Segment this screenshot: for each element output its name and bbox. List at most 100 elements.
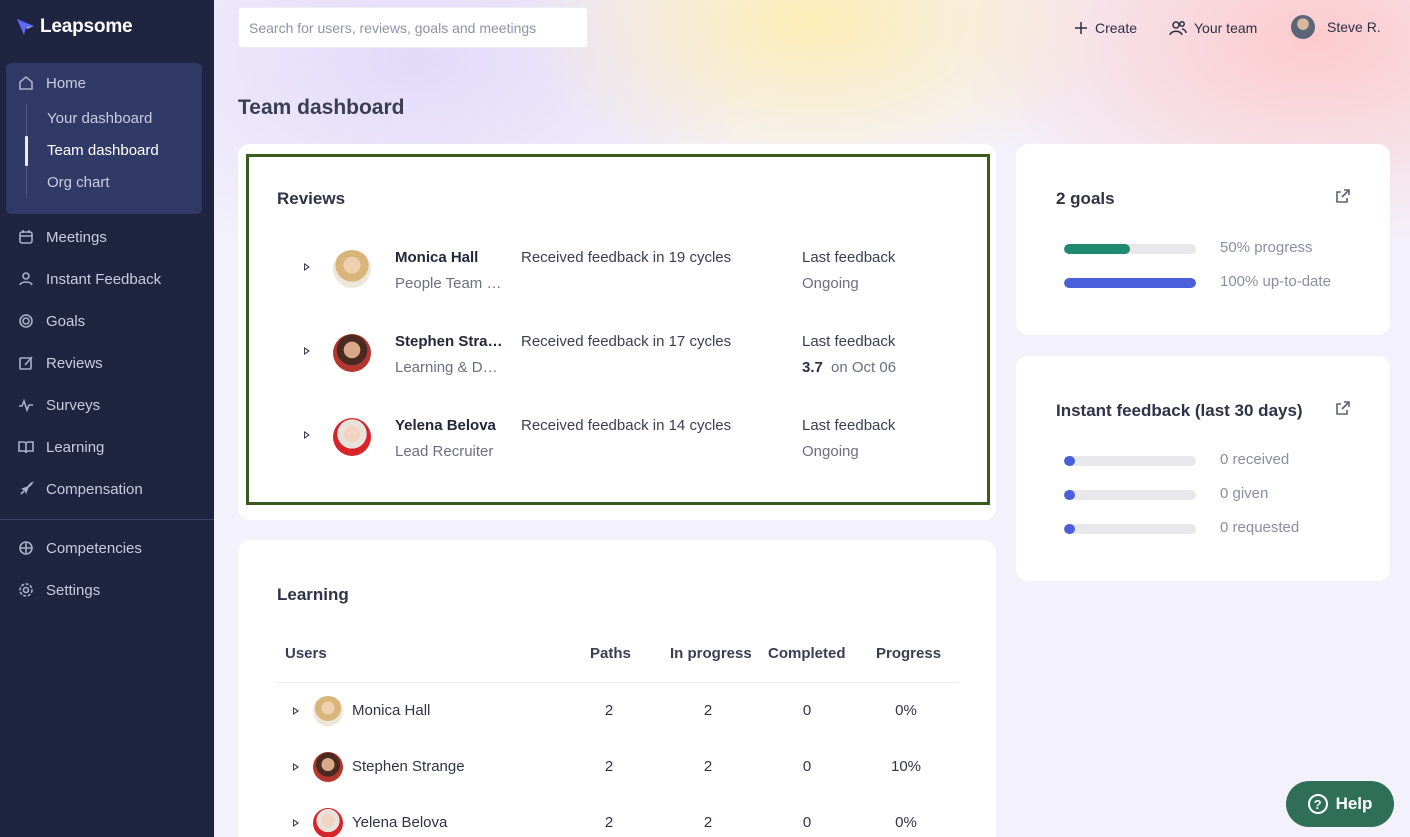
sidebar-item-home[interactable]: Home <box>18 71 86 95</box>
progress-cell: 0% <box>895 702 917 719</box>
last-feedback-value: 3.7 on Oct 06 <box>802 359 896 376</box>
create-button[interactable]: Create <box>1074 17 1137 39</box>
sidebar-item-label: Goals <box>46 312 86 330</box>
sidebar-subitem-team-dashboard[interactable]: Team dashboard <box>47 142 159 159</box>
review-cycles-text: Received feedback in 14 cycles <box>521 417 732 434</box>
avatar <box>333 250 371 288</box>
external-link-icon[interactable] <box>1335 400 1351 416</box>
progress-label: 50% progress <box>1220 239 1313 256</box>
sidebar-item-compensation[interactable]: Compensation <box>18 477 143 501</box>
gear-icon <box>19 583 33 597</box>
your-team-label: Your team <box>1194 20 1258 36</box>
learning-title: Learning <box>277 585 349 604</box>
book-icon <box>18 441 34 454</box>
home-icon <box>19 75 33 90</box>
review-user-role: Learning & Development <box>395 359 505 376</box>
leapsome-logo[interactable]: Leapsome <box>16 16 133 38</box>
progress-bar <box>1064 524 1196 534</box>
learning-card <box>238 540 996 837</box>
rocket-icon <box>20 481 34 495</box>
create-label: Create <box>1095 20 1138 36</box>
progress-bar <box>1064 490 1196 500</box>
expand-icon[interactable] <box>304 263 310 271</box>
sidebar-subitem-your-dashboard[interactable]: Your dashboard <box>47 110 152 127</box>
review-user-name[interactable]: Monica Hall <box>395 249 503 266</box>
goals-card: 2 goals 50% progress 100% up-to-date <box>1016 144 1390 335</box>
learning-user-name[interactable]: Monica Hall <box>352 702 430 719</box>
review-row[interactable]: Stephen Strange Learning & Development R… <box>249 321 993 381</box>
search-input[interactable]: Search for users, reviews, goals and mee… <box>238 7 588 48</box>
paths-cell: 2 <box>604 814 614 831</box>
progress-label: 0 received <box>1220 451 1290 468</box>
progress-bar <box>1064 456 1196 466</box>
sidebar-item-label: Instant Feedback <box>46 270 162 288</box>
external-link-icon[interactable] <box>1335 188 1351 204</box>
last-feedback-text: Ongoing <box>802 275 859 292</box>
progress-label: 0 requested <box>1220 519 1300 536</box>
last-feedback-value: Ongoing <box>802 443 859 460</box>
sidebar-item-goals[interactable]: Goals <box>18 309 85 333</box>
expand-icon[interactable] <box>293 763 299 771</box>
last-feedback-label: Last feedback <box>802 417 896 434</box>
completed-cell: 0 <box>802 814 812 831</box>
review-row[interactable]: Yelena Belova Lead Recruiter Received fe… <box>249 405 993 465</box>
learning-user-name[interactable]: Stephen Strange <box>352 758 465 775</box>
review-user-name[interactable]: Stephen Strange <box>395 333 503 350</box>
main-content: Search for users, reviews, goals and mee… <box>214 0 1410 837</box>
expand-icon[interactable] <box>293 707 299 715</box>
progress-cell: 10% <box>890 758 922 775</box>
review-user-role: Lead Recruiter <box>395 443 494 460</box>
search-placeholder: Search for users, reviews, goals and mee… <box>249 19 537 36</box>
progress-bar-fill <box>1064 490 1075 500</box>
instant-feedback-card: Instant feedback (last 30 days) 0 receiv… <box>1016 356 1390 581</box>
progress-bar-fill <box>1064 524 1075 534</box>
sidebar-item-label: Learning <box>46 438 105 456</box>
review-user-role: People Team Lead <box>395 275 505 292</box>
sidebar-subitem-org-chart[interactable]: Org chart <box>47 174 110 191</box>
your-team-button[interactable]: Your team <box>1169 17 1257 39</box>
review-score: 3.7 <box>802 359 828 376</box>
review-cycles-text: Received feedback in 17 cycles <box>521 333 732 350</box>
progress-bar-fill <box>1064 456 1075 466</box>
paths-cell: 2 <box>604 758 614 775</box>
sidebar-item-meetings[interactable]: Meetings <box>18 225 107 249</box>
sidebar-item-label: Compensation <box>46 480 143 498</box>
progress-label: 0 given <box>1220 485 1269 502</box>
sidebar-item-instant-feedback[interactable]: Instant Feedback <box>18 267 161 291</box>
last-feedback-value: Ongoing <box>802 275 859 292</box>
sidebar-item-learning[interactable]: Learning <box>18 435 104 459</box>
column-header-completed: Completed <box>768 645 846 662</box>
column-header-progress: Progress <box>876 645 942 662</box>
goals-title: 2 goals <box>1056 189 1115 208</box>
avatar <box>333 418 371 456</box>
learning-user-name[interactable]: Yelena Belova <box>352 814 447 831</box>
expand-icon[interactable] <box>304 431 310 439</box>
avatar <box>313 808 343 837</box>
expand-icon[interactable] <box>293 819 299 827</box>
progress-label: 100% up-to-date <box>1220 273 1331 290</box>
last-feedback-text: Ongoing <box>802 443 859 460</box>
paths-cell: 2 <box>604 702 614 719</box>
completed-cell: 0 <box>802 702 812 719</box>
review-cycles-text: Received feedback in 19 cycles <box>521 249 732 266</box>
feedback-icon <box>19 272 33 286</box>
user-name: Steve R. <box>1327 19 1381 35</box>
review-user-name[interactable]: Yelena Belova <box>395 417 503 434</box>
instant-feedback-title: Instant feedback (last 30 days) <box>1056 401 1303 420</box>
target-icon <box>19 314 33 328</box>
calendar-icon <box>19 230 33 244</box>
sidebar-item-competencies[interactable]: Competencies <box>18 536 142 560</box>
in-progress-cell: 2 <box>703 814 713 831</box>
in-progress-cell: 2 <box>703 702 713 719</box>
edit-icon <box>19 356 33 370</box>
sidebar-item-reviews[interactable]: Reviews <box>18 351 103 375</box>
expand-icon[interactable] <box>304 347 310 355</box>
leapsome-logo-icon <box>17 19 34 35</box>
page-title: Team dashboard <box>238 96 405 119</box>
user-menu[interactable]: Steve R. <box>1291 15 1381 39</box>
progress-bar <box>1064 278 1196 288</box>
review-row[interactable]: Monica Hall People Team Lead Received fe… <box>249 237 993 297</box>
sidebar-item-surveys[interactable]: Surveys <box>18 393 100 417</box>
help-button[interactable]: ? Help <box>1286 781 1394 827</box>
sidebar-item-settings[interactable]: Settings <box>18 578 100 602</box>
